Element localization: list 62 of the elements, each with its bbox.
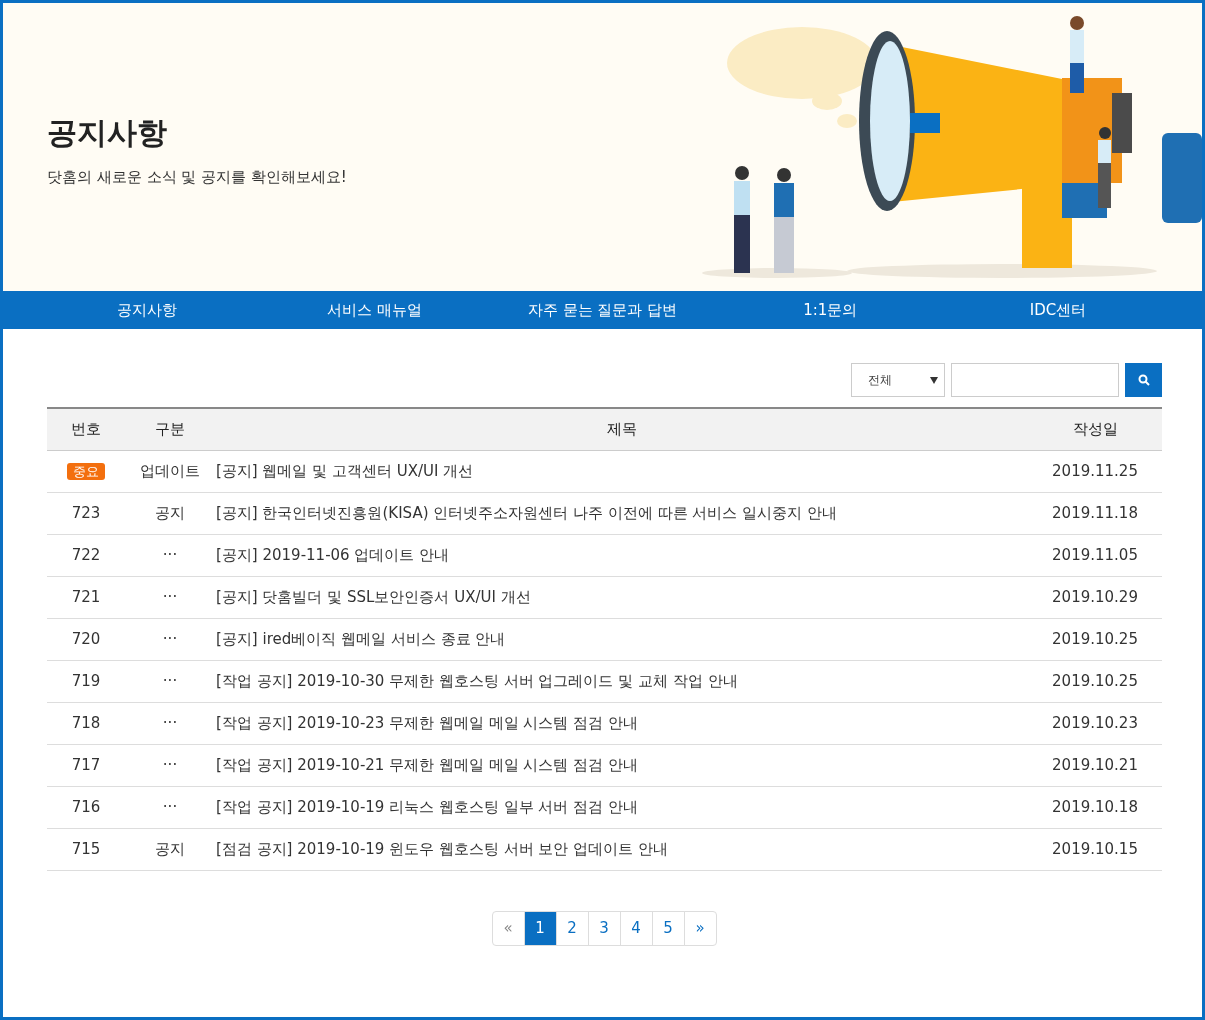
search-button[interactable] (1125, 363, 1162, 397)
category-text: ··· (162, 672, 178, 690)
post-number: 722 (71, 546, 101, 564)
post-title-link[interactable]: [작업 공지] 2019-10-21 무제한 웹메일 메일 시스템 점검 안내 (216, 755, 639, 774)
page-link[interactable]: 5 (651, 910, 685, 946)
page-link[interactable]: 4 (619, 910, 653, 946)
category-text: 공지 (155, 839, 185, 858)
category-text: ··· (162, 588, 178, 606)
post-date: 2019.10.25 (1052, 630, 1138, 648)
post-date: 2019.10.25 (1052, 672, 1138, 690)
page-link[interactable]: » (683, 910, 717, 946)
column-header: 구분 (155, 419, 185, 438)
post-date: 2019.10.21 (1052, 756, 1138, 774)
post-number: 717 (71, 756, 101, 774)
post-date: 2019.11.05 (1052, 546, 1138, 564)
post-title-link[interactable]: [공지] 2019-11-06 업데이트 안내 (216, 545, 450, 564)
search-field[interactable] (951, 363, 1119, 397)
post-date: 2019.11.18 (1052, 504, 1138, 522)
nav-link[interactable]: 1:1문의 (803, 300, 858, 320)
post-title-link[interactable]: [공지] 한국인터넷진흥원(KISA) 인터넷주소자원센터 나주 이전에 따른 서비스 일시중지 안내 (216, 503, 837, 522)
post-date: 2019.10.29 (1052, 588, 1138, 606)
category-text: 업데이트 (140, 461, 200, 480)
category-text: ··· (162, 714, 178, 732)
post-title-link[interactable]: [공지] 웹메일 및 고객센터 UX/UI 개선 (216, 461, 474, 480)
caret-icon (930, 376, 938, 384)
page-link[interactable]: 3 (587, 910, 621, 946)
search-icon (1137, 374, 1150, 386)
category-select[interactable]: 전체 (851, 363, 945, 397)
page-link[interactable]: 1 (523, 910, 557, 946)
post-number: 723 (71, 504, 101, 522)
nav-link[interactable]: 공지사항 (116, 300, 177, 320)
nav-link[interactable]: 자주 묻는 질문과 답변 (527, 300, 678, 320)
post-title-link[interactable]: [점검 공지] 2019-10-19 윈도우 웹호스팅 서버 보안 업데이트 안내 (216, 839, 669, 858)
post-title-link[interactable]: [공지] 닷홈빌더 및 SSL보안인증서 UX/UI 개선 (216, 587, 531, 606)
post-title-link[interactable]: [공지] ired베이직 웹메일 서비스 종료 안내 (216, 629, 506, 648)
category-text: ··· (162, 630, 178, 648)
page-title: 공지사항 (47, 114, 168, 152)
post-number: 720 (71, 630, 101, 648)
category-text: ··· (162, 798, 178, 816)
column-header: 제목 (606, 419, 637, 438)
post-date: 2019.10.15 (1052, 840, 1138, 858)
post-number: 715 (71, 840, 101, 858)
post-number: 716 (71, 798, 101, 816)
post-date: 2019.10.23 (1052, 714, 1138, 732)
category-text: ··· (162, 756, 178, 774)
post-title-link[interactable]: [작업 공지] 2019-10-30 무제한 웹호스팅 서버 업그레이드 및 교체 작업 안내 (216, 671, 738, 690)
post-date: 2019.10.18 (1052, 798, 1138, 816)
post-number: 719 (71, 672, 101, 690)
post-date: 2019.11.25 (1052, 462, 1138, 480)
page-link[interactable]: 2 (555, 910, 589, 946)
column-header: 번호 (71, 419, 101, 438)
page-subtitle: 닷홈의 새로운 소식 및 공지를 확인해보세요! (47, 168, 347, 187)
important-badge: 중요 (67, 462, 105, 480)
category-text: ··· (162, 546, 178, 564)
category-text: 공지 (155, 503, 185, 522)
post-title-link[interactable]: [작업 공지] 2019-10-19 리눅스 웹호스팅 일부 서버 점검 안내 (216, 797, 639, 816)
post-number: 721 (71, 588, 101, 606)
column-header: 작성일 (1072, 419, 1118, 438)
post-title-link[interactable]: [작업 공지] 2019-10-23 무제한 웹메일 메일 시스템 점검 안내 (216, 713, 639, 732)
nav-link[interactable]: 서비스 매뉴얼 (327, 300, 423, 320)
post-number: 718 (71, 714, 101, 732)
nav-link[interactable]: IDC센터 (1029, 300, 1087, 320)
